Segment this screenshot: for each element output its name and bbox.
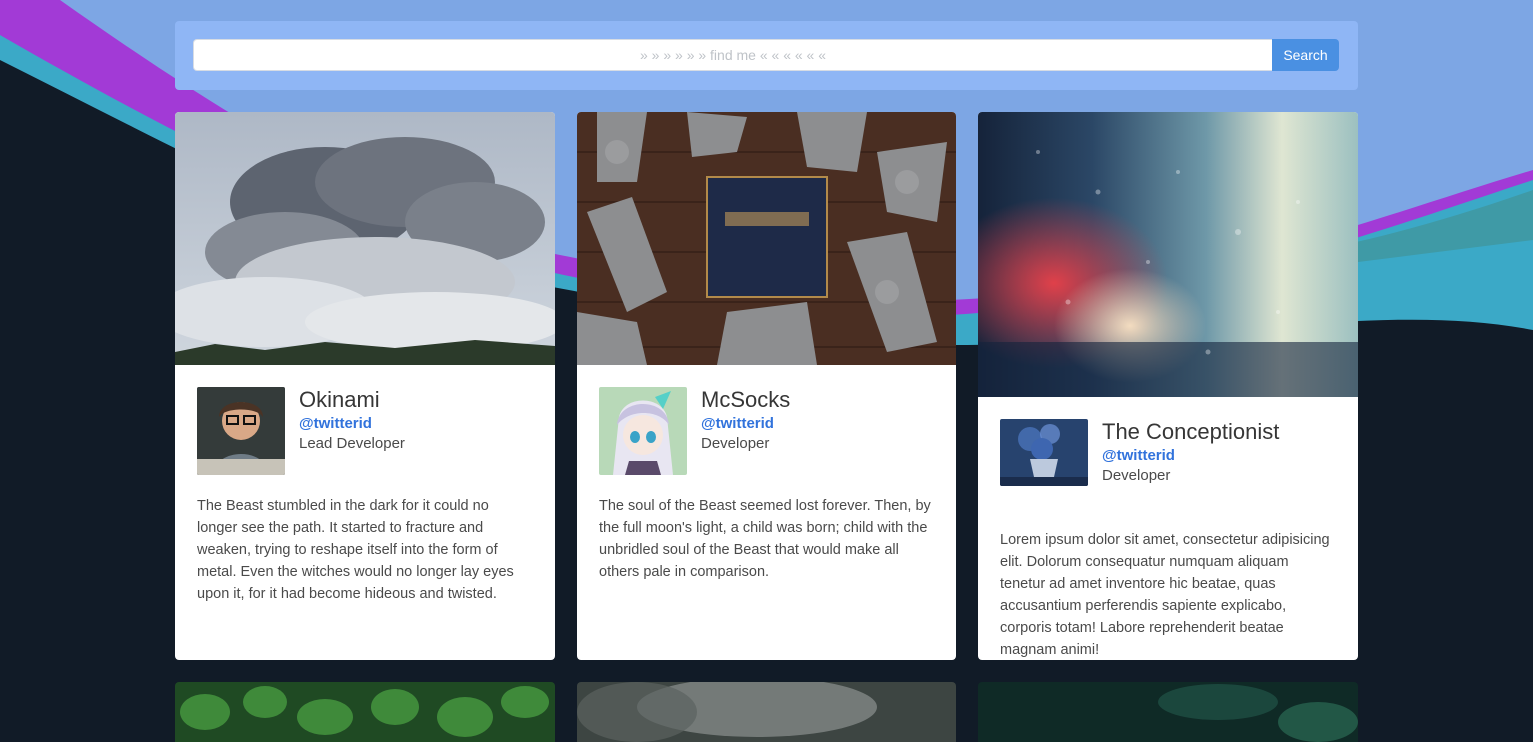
profile-description: The soul of the Beast seemed lost foreve… [599, 498, 931, 580]
search-button[interactable]: Search [1272, 39, 1339, 71]
profile-card: McSocks @twitterid Developer The soul of… [577, 112, 956, 660]
card-image-socks [577, 112, 956, 365]
avatar [599, 387, 687, 475]
profile-name: McSocks [701, 387, 791, 412]
twitter-handle-link[interactable]: @twitterid [299, 415, 372, 432]
profile-description: The Beast stumbled in the dark for it co… [197, 498, 514, 602]
avatar [1000, 419, 1088, 486]
card-image-volcano-smoke [175, 112, 555, 365]
twitter-handle-link[interactable]: @twitterid [1102, 447, 1175, 464]
profile-role: Developer [1102, 467, 1171, 484]
search-panel: Search [175, 21, 1358, 90]
avatar [197, 387, 285, 475]
card-image-rainy-window [978, 112, 1358, 397]
profile-card: The Conceptionist @twitterid Developer L… [978, 112, 1358, 660]
profile-name: Okinami [299, 387, 380, 412]
profile-role: Developer [701, 435, 770, 452]
profile-name: The Conceptionist [1102, 419, 1280, 444]
profile-role: Lead Developer [299, 435, 405, 452]
card-image-blurred [577, 682, 956, 742]
twitter-handle-link[interactable]: @twitterid [701, 415, 774, 432]
profile-card: Okinami @twitterid Lead Developer The Be… [175, 112, 555, 660]
card-image-leaves [175, 682, 555, 742]
search-input[interactable] [193, 39, 1272, 71]
profile-description: Lorem ipsum dolor sit amet, consectetur … [1000, 532, 1330, 658]
card-image-dark-leaves [978, 682, 1358, 742]
